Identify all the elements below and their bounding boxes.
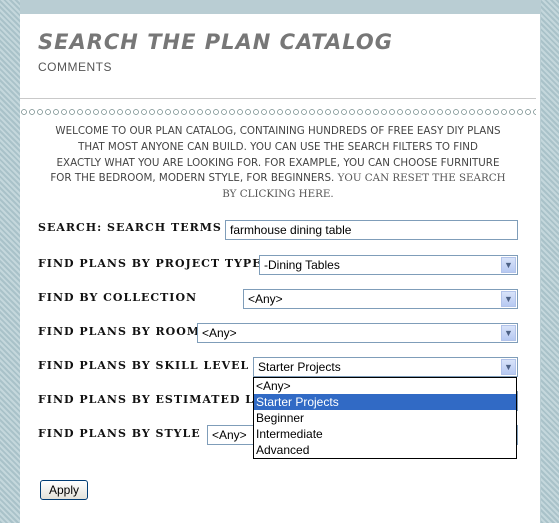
dropdown-option-beginner[interactable]: Beginner	[254, 410, 516, 426]
skill-level-value: Starter Projects	[258, 360, 341, 374]
search-input[interactable]: farmhouse dining table	[225, 220, 518, 240]
room-value: <Any>	[202, 326, 237, 340]
intro-line: THAT MOST ANYONE CAN BUILD. YOU CAN USE …	[78, 140, 478, 153]
reset-search-text: YOU CAN RESET THE SEARCH	[334, 172, 506, 185]
collection-value: <Any>	[248, 292, 283, 306]
chevron-down-icon[interactable]: ▼	[501, 359, 516, 375]
estimated-lumber-label: FIND PLANS BY ESTIMATED LUM	[38, 393, 278, 406]
collection-label: FIND BY COLLECTION	[38, 291, 198, 304]
skill-level-label: FIND PLANS BY SKILL LEVEL	[38, 359, 250, 372]
comments-link[interactable]: COMMENTS	[38, 60, 112, 74]
skill-level-select[interactable]: Starter Projects ▼	[253, 357, 518, 377]
skill-level-dropdown-list: <Any> Starter Projects Beginner Intermed…	[253, 377, 517, 459]
dropdown-option-starter-projects[interactable]: Starter Projects	[254, 394, 516, 410]
intro-text: WELCOME TO OUR PLAN CATALOG, CONTAINING …	[36, 124, 520, 203]
project-type-value: -Dining Tables	[264, 258, 340, 272]
project-type-label: FIND PLANS BY PROJECT TYPE	[38, 257, 262, 270]
apply-button[interactable]: Apply	[40, 480, 88, 500]
intro-line: EXACTLY WHAT YOU ARE LOOKING FOR. FOR EX…	[56, 156, 500, 169]
page-background-left	[0, 0, 20, 523]
chevron-down-icon[interactable]: ▼	[501, 257, 516, 273]
room-label: FIND PLANS BY ROOM	[38, 325, 201, 338]
page-background-right	[541, 0, 559, 523]
dropdown-option-advanced[interactable]: Advanced	[254, 442, 516, 458]
dropdown-option-intermediate[interactable]: Intermediate	[254, 426, 516, 442]
project-type-select[interactable]: -Dining Tables ▼	[259, 255, 518, 275]
page-title: SEARCH THE PLAN CATALOG	[38, 30, 393, 54]
decorative-border	[20, 108, 536, 116]
collection-select[interactable]: <Any> ▼	[243, 289, 518, 309]
header-divider	[20, 98, 536, 99]
intro-line-text: FOR THE BEDROOM, MODERN STYLE, FOR BEGIN…	[50, 172, 335, 185]
chevron-down-icon[interactable]: ▼	[501, 325, 516, 341]
dropdown-option-any[interactable]: <Any>	[254, 378, 516, 394]
chevron-down-icon[interactable]: ▼	[501, 291, 516, 307]
search-terms-label: SEARCH: SEARCH TERMS	[38, 221, 222, 234]
style-label: FIND PLANS BY STYLE	[38, 427, 201, 440]
reset-search-link[interactable]: BY CLICKING HERE.	[36, 187, 520, 203]
room-select[interactable]: <Any> ▼	[197, 323, 518, 343]
intro-line: WELCOME TO OUR PLAN CATALOG, CONTAINING …	[55, 125, 501, 137]
intro-line: FOR THE BEDROOM, MODERN STYLE, FOR BEGIN…	[36, 171, 520, 187]
